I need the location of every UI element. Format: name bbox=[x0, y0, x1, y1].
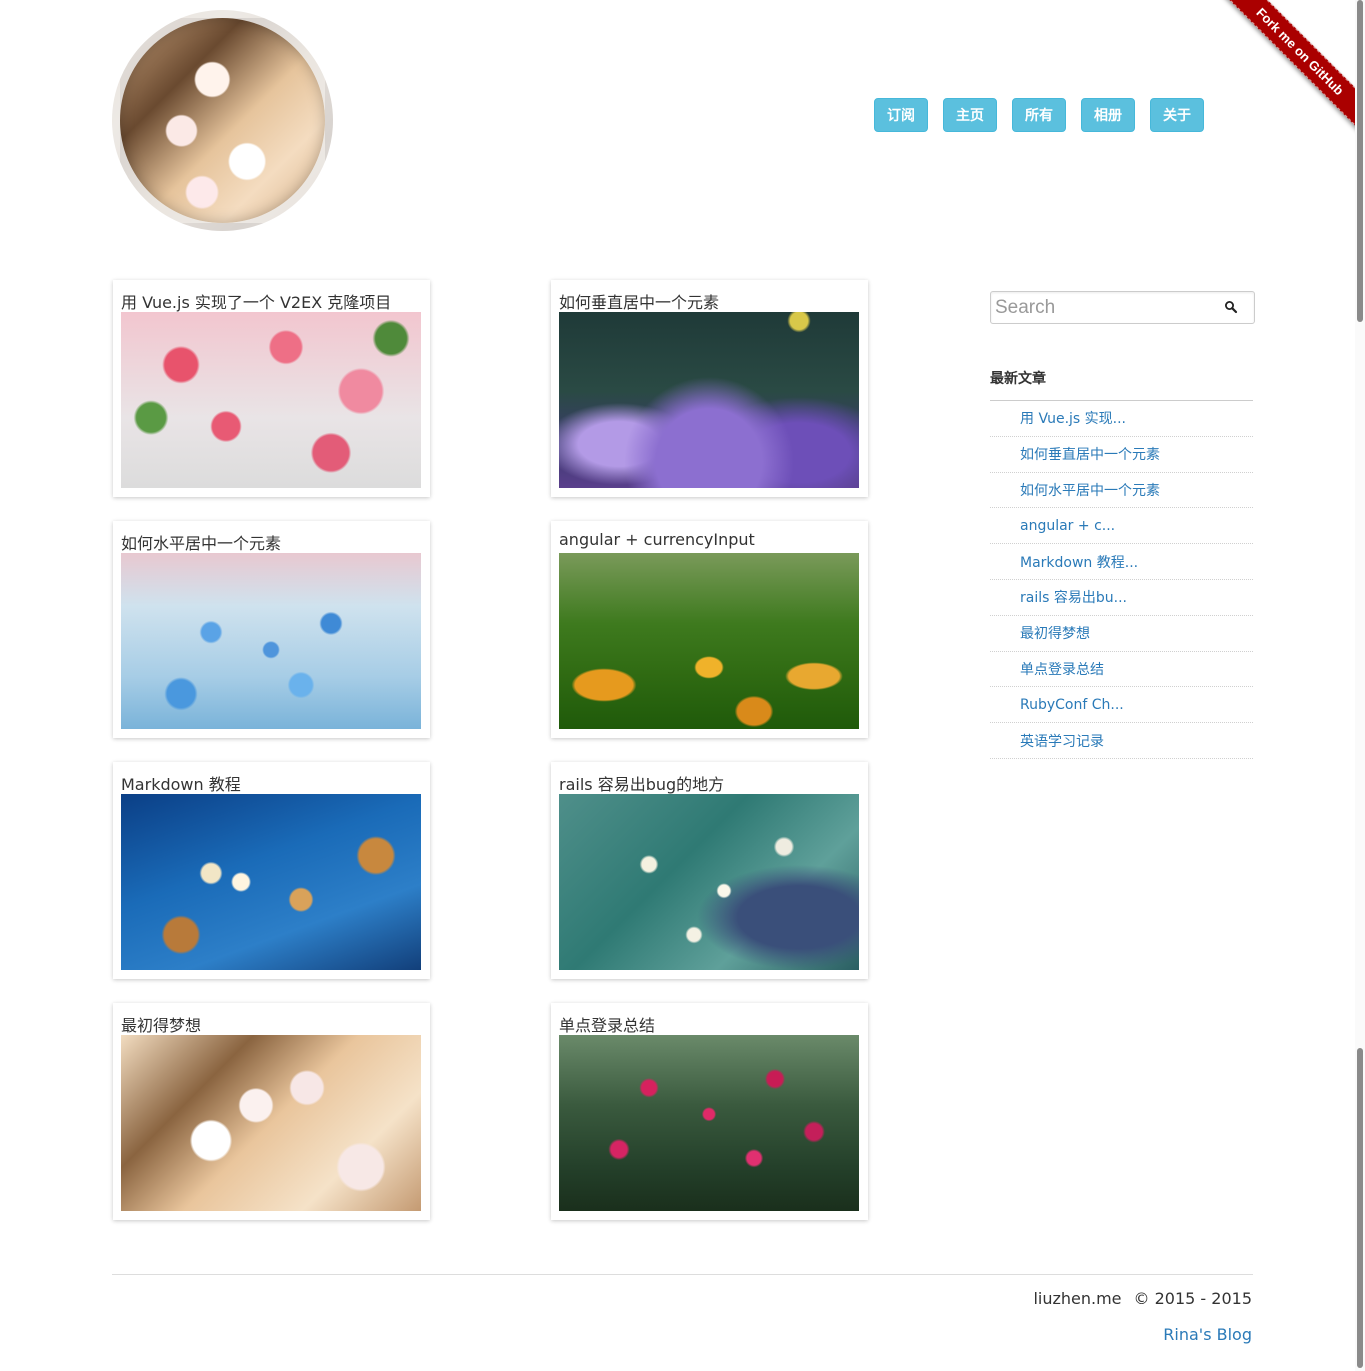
list-item: angular + c... bbox=[990, 508, 1253, 545]
post-thumbnail[interactable] bbox=[121, 312, 421, 488]
recent-post-link[interactable]: RubyConf Ch... bbox=[1020, 697, 1124, 713]
fork-ribbon-container: Fork me on GitHub bbox=[1215, 0, 1365, 150]
list-item: rails 容易出bu... bbox=[990, 580, 1253, 616]
main-nav: 订阅 主页 所有 相册 关于 bbox=[874, 98, 1204, 132]
recent-posts-heading: 最新文章 bbox=[990, 371, 1046, 387]
post-thumbnail[interactable] bbox=[121, 1035, 421, 1211]
recent-post-link[interactable]: 英语学习记录 bbox=[1020, 731, 1104, 751]
nav-all-button[interactable]: 所有 bbox=[1012, 98, 1066, 132]
post-title[interactable]: 单点登录总结 bbox=[559, 1012, 655, 1036]
list-item: 最初得梦想 bbox=[990, 616, 1253, 652]
scrollbar-thumb-bottom[interactable] bbox=[1357, 1048, 1363, 1368]
footer-info: liuzhen.me © 2015 - 2015 bbox=[1033, 1289, 1252, 1308]
recent-post-link[interactable]: angular + c... bbox=[1020, 518, 1115, 534]
recent-post-link[interactable]: 单点登录总结 bbox=[1020, 659, 1104, 679]
list-item: RubyConf Ch... bbox=[990, 687, 1253, 724]
post-thumbnail[interactable] bbox=[121, 794, 421, 970]
post-title[interactable]: 如何垂直居中一个元素 bbox=[559, 289, 719, 313]
post-title[interactable]: 如何水平居中一个元素 bbox=[121, 530, 281, 554]
list-item: Markdown 教程... bbox=[990, 544, 1253, 580]
post-thumbnail[interactable] bbox=[559, 312, 859, 488]
post-title[interactable]: 最初得梦想 bbox=[121, 1012, 201, 1036]
recent-post-link[interactable]: 最初得梦想 bbox=[1020, 623, 1090, 643]
scrollbar[interactable] bbox=[1355, 0, 1365, 1371]
list-item: 单点登录总结 bbox=[990, 652, 1253, 688]
post-title[interactable]: angular + currencyInput bbox=[559, 530, 755, 549]
recent-post-link[interactable]: rails 容易出bu... bbox=[1020, 587, 1127, 607]
scrollbar-thumb-top[interactable] bbox=[1357, 0, 1363, 322]
post-thumbnail[interactable] bbox=[559, 794, 859, 970]
search-box bbox=[990, 291, 1255, 324]
post-card[interactable]: 如何水平居中一个元素 bbox=[113, 521, 430, 738]
post-card[interactable]: 单点登录总结 bbox=[551, 1003, 868, 1220]
list-item: 用 Vue.js 实现... bbox=[990, 401, 1253, 437]
avatar[interactable] bbox=[112, 10, 333, 231]
nav-subscribe-button[interactable]: 订阅 bbox=[874, 98, 928, 132]
post-thumbnail[interactable] bbox=[121, 553, 421, 729]
post-card[interactable]: Markdown 教程 bbox=[113, 762, 430, 979]
post-title[interactable]: Markdown 教程 bbox=[121, 771, 241, 795]
recent-post-link[interactable]: 如何垂直居中一个元素 bbox=[1020, 444, 1160, 464]
post-card[interactable]: 用 Vue.js 实现了一个 V2EX 克隆项目 bbox=[113, 280, 430, 497]
list-item: 如何垂直居中一个元素 bbox=[990, 437, 1253, 473]
post-thumbnail[interactable] bbox=[559, 553, 859, 729]
post-thumbnail[interactable] bbox=[559, 1035, 859, 1211]
search-icon[interactable] bbox=[1224, 300, 1238, 314]
post-card[interactable]: 如何垂直居中一个元素 bbox=[551, 280, 868, 497]
nav-about-button[interactable]: 关于 bbox=[1150, 98, 1204, 132]
search-input[interactable] bbox=[995, 294, 1220, 322]
footer-site-name: liuzhen.me bbox=[1033, 1289, 1122, 1308]
post-card[interactable]: angular + currencyInput bbox=[551, 521, 868, 738]
post-title[interactable]: rails 容易出bug的地方 bbox=[559, 771, 724, 795]
recent-post-link[interactable]: 如何水平居中一个元素 bbox=[1020, 480, 1160, 500]
nav-home-button[interactable]: 主页 bbox=[943, 98, 997, 132]
post-card[interactable]: 最初得梦想 bbox=[113, 1003, 430, 1220]
footer-divider bbox=[112, 1274, 1253, 1275]
list-item: 英语学习记录 bbox=[990, 723, 1253, 759]
footer-copyright: © 2015 - 2015 bbox=[1133, 1289, 1252, 1308]
nav-album-button[interactable]: 相册 bbox=[1081, 98, 1135, 132]
post-card[interactable]: rails 容易出bug的地方 bbox=[551, 762, 868, 979]
footer-blog-link[interactable]: Rina's Blog bbox=[1163, 1325, 1252, 1344]
post-title[interactable]: 用 Vue.js 实现了一个 V2EX 克隆项目 bbox=[121, 289, 391, 313]
fork-me-on-github-ribbon[interactable]: Fork me on GitHub bbox=[1216, 0, 1365, 136]
recent-posts-list: 用 Vue.js 实现... 如何垂直居中一个元素 如何水平居中一个元素 ang… bbox=[990, 401, 1253, 759]
recent-post-link[interactable]: 用 Vue.js 实现... bbox=[1020, 408, 1126, 428]
recent-post-link[interactable]: Markdown 教程... bbox=[1020, 552, 1138, 572]
list-item: 如何水平居中一个元素 bbox=[990, 473, 1253, 509]
